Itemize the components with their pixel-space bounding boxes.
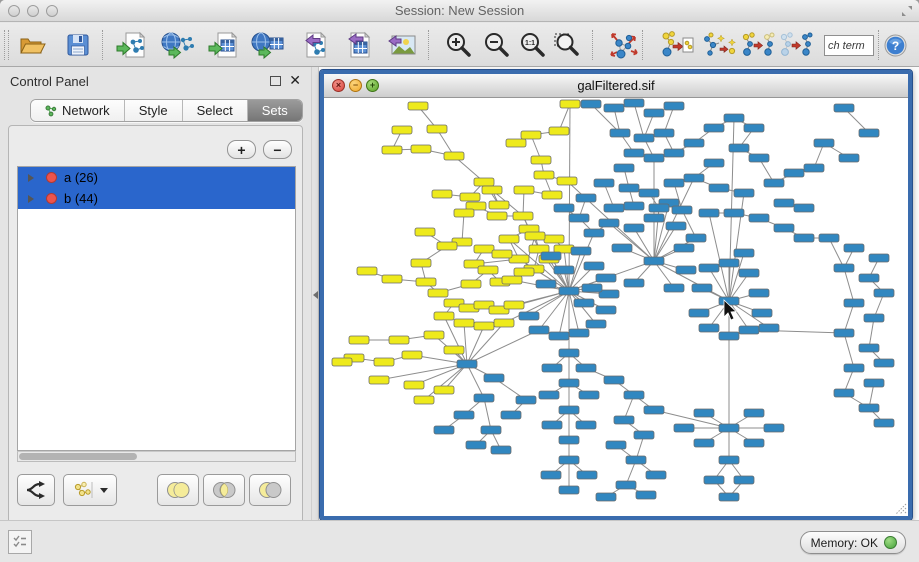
network-canvas: [324, 98, 908, 516]
zoom-out-button[interactable]: [480, 27, 514, 63]
tab-label: Style: [139, 103, 168, 118]
tab-label: Sets: [262, 103, 288, 118]
control-panel-tabs: Network Style Select Sets: [30, 99, 303, 122]
close-panel-icon[interactable]: ✕: [289, 72, 301, 89]
zoom-actual-size-button[interactable]: 1:1: [516, 27, 550, 63]
fullscreen-icon[interactable]: [901, 5, 913, 17]
difference-sets-button[interactable]: [249, 474, 291, 506]
help-button[interactable]: ?: [880, 27, 910, 63]
svg-text:1:1: 1:1: [525, 40, 535, 47]
control-panel-title: Control Panel: [10, 74, 89, 89]
main-toolbar: 1:1: [0, 23, 919, 67]
save-session-button[interactable]: [58, 27, 98, 63]
svg-text:?: ?: [891, 39, 898, 53]
tab-sets[interactable]: Sets: [248, 100, 302, 121]
resize-grip-icon[interactable]: [893, 501, 907, 515]
expand-arrow-icon[interactable]: [28, 174, 34, 182]
create-set-from-network-dropdown-button[interactable]: [63, 474, 117, 506]
intersect-sets-button[interactable]: [203, 474, 245, 506]
network-desktop: × − + galFiltered.sif: [319, 67, 919, 520]
first-neighbors-of-selected-button[interactable]: [656, 27, 696, 63]
split-set-button[interactable]: [17, 474, 55, 506]
toolbar-separator: [878, 30, 879, 60]
export-table-button[interactable]: [338, 27, 378, 63]
import-table-url-button[interactable]: [248, 27, 288, 63]
float-panel-icon[interactable]: [270, 76, 281, 86]
main-area: Control Panel ✕ Network Style Select: [0, 67, 919, 520]
set-color-icon: [46, 172, 57, 183]
import-table-file-button[interactable]: [204, 27, 244, 63]
network-tab-icon: [45, 105, 57, 117]
status-bar: Memory: OK: [0, 520, 919, 562]
memory-status-label: Memory: OK: [811, 536, 878, 550]
task-list-icon: [12, 534, 28, 550]
set-row[interactable]: b (44): [18, 188, 295, 209]
import-network-file-button[interactable]: [112, 27, 152, 63]
set-row[interactable]: a (26): [18, 167, 295, 188]
union-venn-icon: [165, 480, 191, 500]
toolbar-drag-handle[interactable]: [4, 30, 9, 60]
memory-status-button[interactable]: Memory: OK: [800, 531, 906, 554]
network-view[interactable]: [324, 98, 908, 516]
tab-label: Select: [197, 103, 233, 118]
app-window: Session: New Session: [0, 0, 919, 562]
add-set-button[interactable]: +: [227, 140, 256, 159]
tab-style[interactable]: Style: [125, 100, 183, 121]
export-network-button[interactable]: [294, 27, 334, 63]
yellow-network-icon: [72, 480, 96, 500]
scrollbar-thumb[interactable]: [19, 453, 137, 460]
network-window[interactable]: × − + galFiltered.sif: [320, 70, 912, 520]
window-title: Session: New Session: [0, 3, 919, 18]
network-window-titlebar[interactable]: × − + galFiltered.sif: [324, 74, 908, 98]
tab-label: Network: [62, 103, 110, 118]
sets-actions: [9, 474, 302, 514]
toolbar-separator: [642, 30, 643, 60]
zoom-fit-selected-button[interactable]: [550, 27, 584, 63]
set-label: b (44): [64, 191, 98, 206]
toolbar-separator: [102, 30, 103, 60]
tab-network[interactable]: Network: [31, 100, 125, 121]
network-window-title: galFiltered.sif: [324, 78, 908, 93]
panel-splitter[interactable]: [311, 67, 319, 520]
intersection-venn-icon: [211, 480, 237, 500]
sets-panel: + − a (26) b (44): [8, 125, 303, 562]
expand-arrow-icon[interactable]: [28, 195, 34, 203]
toolbar-separator: [428, 30, 429, 60]
tab-select[interactable]: Select: [183, 100, 248, 121]
control-panel-header: Control Panel ✕: [0, 67, 311, 95]
set-color-icon: [46, 193, 57, 204]
collapse-panel-icon[interactable]: [313, 291, 318, 299]
task-history-button[interactable]: [8, 530, 32, 554]
new-network-from-selection-selected-edges-button[interactable]: [776, 27, 816, 63]
remove-set-button[interactable]: −: [263, 140, 292, 159]
toolbar-separator: [592, 30, 593, 60]
search-input[interactable]: [824, 35, 874, 56]
split-arrows-icon: [25, 480, 47, 500]
apply-preferred-layout-button[interactable]: [604, 27, 644, 63]
set-label: a (26): [64, 170, 98, 185]
dropdown-caret-icon: [99, 486, 109, 494]
sets-list: a (26) b (44): [17, 166, 296, 451]
memory-status-icon: [884, 536, 897, 549]
control-panel: Control Panel ✕ Network Style Select: [0, 67, 311, 520]
union-sets-button[interactable]: [157, 474, 199, 506]
export-image-button[interactable]: [380, 27, 420, 63]
zoom-in-button[interactable]: [442, 27, 476, 63]
import-network-url-button[interactable]: [158, 27, 198, 63]
open-session-button[interactable]: [12, 27, 52, 63]
window-titlebar: Session: New Session: [0, 0, 919, 22]
new-network-from-selection-all-edges-button[interactable]: [738, 27, 778, 63]
horizontal-scrollbar[interactable]: [17, 451, 296, 462]
select-from-file-button[interactable]: [700, 27, 740, 63]
difference-venn-icon: [257, 480, 283, 500]
